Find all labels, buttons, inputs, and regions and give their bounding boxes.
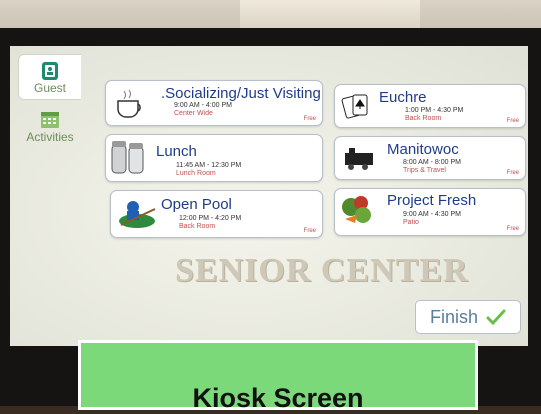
vegetables-icon <box>342 196 371 223</box>
activity-title: Euchre <box>379 89 427 106</box>
sidebar: Guest Activities <box>10 54 90 148</box>
activity-title: Project Fresh <box>387 192 477 209</box>
activity-card-project-fresh[interactable]: Project Fresh 9:00 AM - 4:30 PM Patio Fr… <box>334 188 526 236</box>
activity-title: Manitowoc <box>387 141 459 158</box>
activity-time: 9:00 AM - 4:00 PM <box>174 102 232 109</box>
activity-card-open-pool[interactable]: Open Pool 12:00 PM - 4:20 PM Back Room F… <box>110 190 323 238</box>
activity-price: Free <box>506 226 519 232</box>
playing-cards-icon <box>341 94 368 119</box>
caption-banner: Kiosk Screen <box>78 340 478 413</box>
activity-location: Patio <box>403 219 419 226</box>
activity-card-lunch[interactable]: Lunch 11:45 AM - 12:30 PM Lunch Room <box>105 134 323 182</box>
activity-time: 12:00 PM - 4:20 PM <box>179 215 242 222</box>
activity-card-manitowoc[interactable]: Manitowoc 8:00 AM - 8:00 PM Trips & Trav… <box>334 136 526 180</box>
activity-location: Center Wide <box>174 110 213 117</box>
activity-location: Back Room <box>179 223 216 230</box>
activity-title: Lunch <box>156 143 197 160</box>
activity-location: Lunch Room <box>176 170 216 177</box>
activity-location: Trips & Travel <box>403 167 446 174</box>
activity-time: 11:45 AM - 12:30 PM <box>176 162 242 169</box>
caption-text: Kiosk Screen <box>192 383 364 413</box>
activity-price: Free <box>506 118 519 124</box>
activity-card-socializing[interactable]: .Socializing/Just Visiting 9:00 AM - 4:0… <box>105 80 323 126</box>
activity-time: 1:00 PM - 4:30 PM <box>405 107 464 114</box>
calendar-icon <box>41 112 59 128</box>
finish-label: Finish <box>429 306 478 327</box>
tab-activities[interactable]: Activities <box>10 104 90 148</box>
tab-guest[interactable]: Guest <box>18 54 81 100</box>
salt-pepper-icon <box>111 141 144 174</box>
tab-guest-label: Guest <box>33 81 66 95</box>
pool-table-icon <box>119 201 156 228</box>
activity-time: 9:00 AM - 4:30 PM <box>403 211 461 218</box>
train-icon <box>345 148 373 170</box>
activity-price: Free <box>303 228 316 234</box>
finish-button[interactable]: Finish <box>415 300 521 334</box>
activity-time: 8:00 AM - 8:00 PM <box>403 159 461 166</box>
activity-price: Free <box>506 170 519 176</box>
coffee-cup-icon <box>117 89 141 118</box>
person-card-icon <box>42 62 58 80</box>
activity-price: Free <box>303 116 316 122</box>
tab-activities-label: Activities <box>26 130 74 144</box>
senior-center-watermark: SENIOR CENTER <box>175 252 469 289</box>
activity-title: .Socializing/Just Visiting <box>161 85 321 102</box>
activity-location: Back Room <box>405 115 442 122</box>
activity-card-euchre[interactable]: Euchre 1:00 PM - 4:30 PM Back Room Free <box>334 84 526 128</box>
checkmark-icon <box>486 309 506 325</box>
activity-title: Open Pool <box>161 196 232 213</box>
kiosk-screen: Guest Activities SENIOR CENTER .Socializ… <box>10 46 528 346</box>
